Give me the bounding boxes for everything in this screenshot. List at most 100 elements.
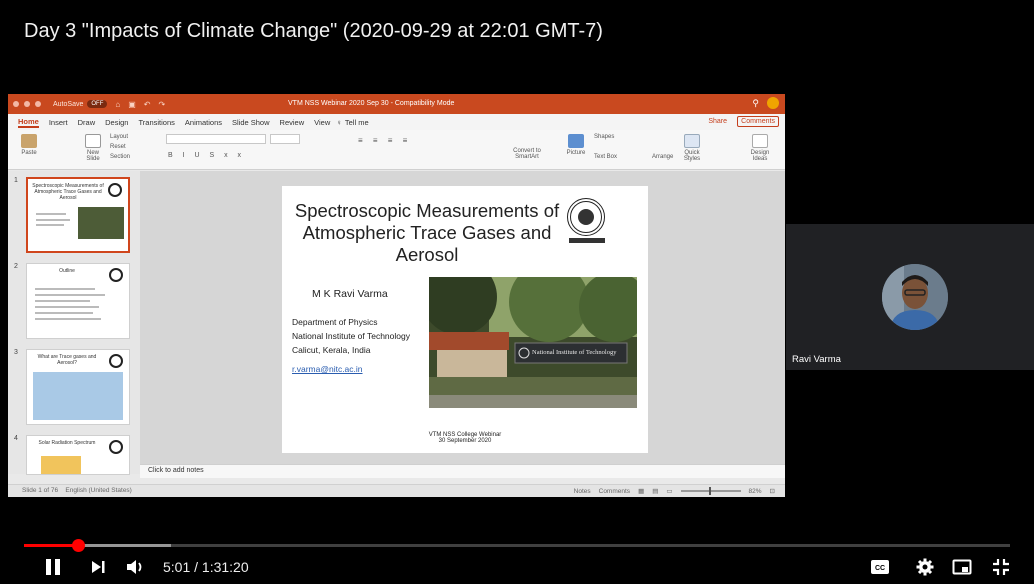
ribbon-home: Paste New Slide Layout Reset Section B I…	[8, 130, 785, 170]
reset-button: Reset	[110, 144, 126, 150]
tab-transitions: Transitions	[138, 117, 175, 127]
institute-logo-icon	[108, 183, 122, 197]
subtitles-button[interactable]: CC	[870, 557, 890, 577]
comments-toggle: Comments	[598, 487, 631, 495]
tab-design: Design	[105, 117, 129, 127]
thumbnail-number: 3	[14, 349, 18, 356]
thumbnail-text-line	[36, 213, 66, 215]
progress-scrubber[interactable]	[72, 539, 86, 552]
campus-sign-text: National Institute of Technology	[532, 349, 617, 356]
slide-thumbnail-2: Outline	[26, 263, 130, 339]
thumbnail-text-line	[35, 288, 95, 290]
thumbnail-text-line	[35, 294, 105, 296]
arrange-button: Arrange	[652, 154, 674, 160]
quick-styles-button: Quick Styles	[680, 134, 704, 162]
gear-icon	[916, 558, 934, 576]
current-slide: Spectroscopic Measurements of Atmospheri…	[282, 186, 648, 453]
ribbon-tabs: Home Insert Draw Design Transitions Anim…	[8, 114, 785, 130]
text-box-button: Text Box	[594, 154, 618, 160]
pause-icon	[46, 559, 60, 575]
progress-bar[interactable]	[24, 539, 1010, 552]
closed-captions-icon: CC	[871, 560, 889, 574]
thumbnail-number: 2	[14, 263, 18, 270]
notes-pane: Click to add notes	[140, 464, 785, 478]
autosave-label: AutoSave	[53, 100, 84, 108]
new-slide-icon	[85, 134, 101, 148]
save-icon: ▣	[128, 99, 136, 109]
slide-thumbnail-3: What are Trace gases and Aerosol?	[26, 349, 130, 425]
font-format-buttons: B I U S x x	[168, 152, 246, 159]
slide-thumbnail-panel: 1 Spectroscopic Measurements of Atmosphe…	[8, 171, 140, 475]
new-slide-button: New Slide	[80, 134, 106, 162]
thumbnail-title: Solar Radiation Spectrum	[38, 440, 96, 446]
status-slide-info: Slide 1 of 76 English (United States)	[22, 487, 132, 494]
miniplayer-button[interactable]	[952, 557, 972, 577]
institute-logo-icon	[109, 268, 123, 282]
zoom-slider	[680, 487, 741, 495]
lightbulb-icon: ♀	[336, 117, 342, 127]
design-ideas-button: Design Ideas	[746, 134, 774, 162]
sorter-view-icon: ▤	[652, 488, 659, 495]
zoom-slider-knob	[708, 487, 711, 495]
progress-played	[24, 544, 79, 547]
home-icon: ⌂	[115, 99, 121, 109]
search-icon: ⚲	[752, 98, 759, 108]
exit-fullscreen-button[interactable]	[992, 557, 1010, 577]
logo-banner	[569, 238, 605, 243]
window-minimize-dot	[24, 101, 30, 107]
document-title: VTM NSS Webinar 2020 Sep 30 - Compatibil…	[288, 100, 455, 107]
tab-slide-show: Slide Show	[232, 117, 270, 127]
design-ideas-icon	[752, 134, 768, 148]
slide-institute: National Institute of Technology	[292, 331, 410, 341]
slide-group: Layout Reset Section	[110, 132, 130, 162]
thumbnail-text-line	[35, 312, 93, 314]
section-button: Section	[110, 154, 131, 160]
thumbnail-number: 4	[14, 435, 18, 442]
notes-placeholder: Click to add notes	[148, 467, 204, 474]
share-button: Share	[708, 118, 727, 125]
paste-icon	[21, 134, 37, 148]
thumbnail-text-line	[35, 306, 99, 308]
participant-avatar	[882, 264, 948, 330]
next-button[interactable]	[90, 557, 106, 577]
miniplayer-icon	[952, 559, 972, 575]
fit-slide-icon: ⊡	[769, 488, 775, 495]
picture-button: Picture	[564, 134, 588, 156]
layout-button: Layout	[110, 134, 129, 140]
paste-button: Paste	[18, 134, 40, 156]
tab-animations: Animations	[184, 117, 222, 127]
slide-location: Calicut, Kerala, India	[292, 345, 371, 355]
settings-button[interactable]	[916, 557, 934, 577]
thumbnail-text-line	[36, 219, 70, 221]
thumbnail-diagram	[33, 372, 123, 420]
font-size-field	[270, 134, 300, 144]
tell-me-search: Tell me	[344, 117, 369, 127]
quick-styles-icon	[684, 134, 700, 148]
thumbnail-photo	[78, 207, 124, 239]
tab-home: Home	[18, 116, 39, 128]
institute-logo-icon	[109, 354, 123, 368]
pause-button[interactable]	[44, 557, 62, 577]
svg-text:CC: CC	[875, 565, 885, 572]
volume-icon	[127, 560, 142, 574]
shapes-button: Shapes	[594, 134, 615, 140]
redo-icon: ↷	[158, 99, 166, 109]
reading-view-icon: ▭	[666, 488, 673, 495]
campus-photo: National Institute of Technology	[429, 277, 637, 408]
volume-button[interactable]	[126, 557, 146, 577]
tab-insert: Insert	[48, 117, 68, 127]
status-language: English (United States)	[65, 487, 132, 494]
font-name-field	[166, 134, 266, 144]
ppt-statusbar: Slide 1 of 76 English (United States) No…	[8, 484, 785, 497]
picture-icon	[568, 134, 584, 148]
participant-tile: Ravi Varma	[786, 224, 1034, 370]
thumbnail-title: Outline	[59, 268, 75, 274]
tab-review: Review	[279, 117, 305, 127]
thumbnail-title: What are Trace gases and Aerosol?	[37, 354, 97, 366]
slide-footer: VTM NSS College Webinar 30 September 202…	[428, 432, 502, 444]
thumbnail-chart	[41, 456, 81, 474]
avatar-photo	[882, 264, 948, 330]
slide-thumbnail-4: Solar Radiation Spectrum	[26, 435, 130, 475]
paragraph-buttons: ≡ ≡ ≡ ≡	[358, 136, 412, 145]
video-title: Day 3 "Impacts of Climate Change" (2020-…	[24, 20, 603, 42]
